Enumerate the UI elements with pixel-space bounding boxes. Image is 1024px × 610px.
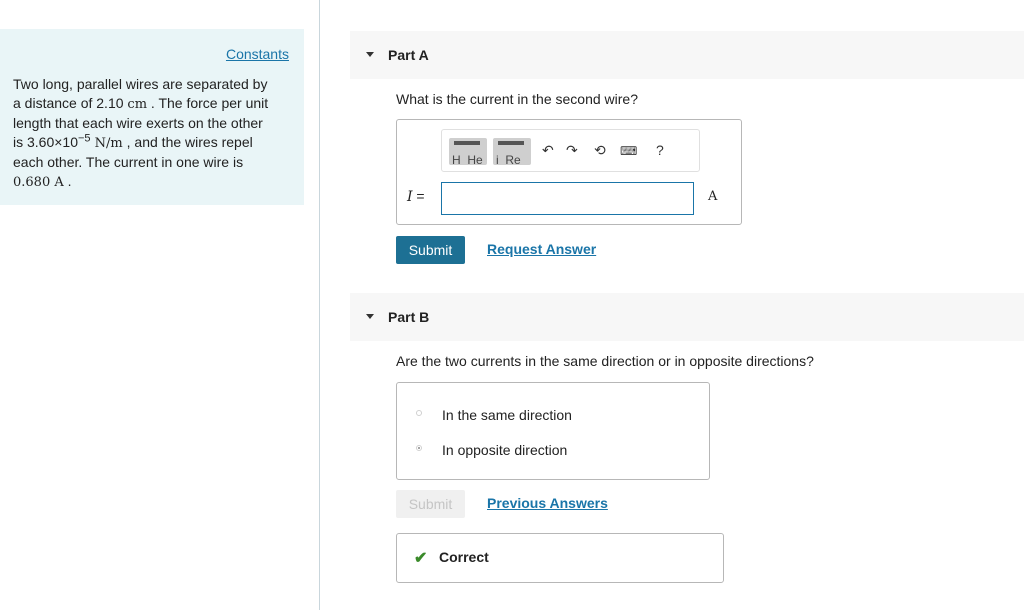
checkmark-icon: ✔ [414, 550, 428, 567]
problem-line: each other. The current in one wire is [13, 154, 244, 170]
collapse-arrow-icon[interactable] [366, 314, 374, 319]
part-a-header[interactable]: Part A [350, 31, 1024, 79]
unit-cm: cm [127, 96, 148, 112]
force-value: is 3.60×10 [13, 133, 78, 150]
previous-answers-link[interactable]: Previous Answers [487, 495, 608, 511]
part-b-submit-button: Submit [396, 490, 465, 518]
problem-line: length that each wire exerts on the othe… [13, 115, 263, 131]
part-b-title: Part B [388, 309, 430, 325]
redo-icon[interactable]: ↷ [566, 142, 578, 159]
radio-opposite-direction[interactable] [416, 445, 422, 451]
problem-line: . [63, 172, 72, 189]
problem-line: . The force per unit [147, 94, 269, 111]
reset-icon[interactable]: ⟲ [594, 142, 606, 159]
choices-box: In the same direction In opposite direct… [396, 382, 710, 480]
feedback-box: ✔ Correct [396, 533, 724, 583]
request-answer-link[interactable]: Request Answer [487, 241, 596, 257]
templates-label: H_He [452, 153, 483, 165]
answer-box: H_He i_Re ↶ ↷ ⟲ ⌨ ? I = A [396, 119, 742, 225]
variable-label: I [407, 189, 413, 205]
problem-line: a distance of 2.10 [13, 94, 128, 111]
radio-same-direction[interactable] [416, 410, 422, 416]
current-value: 0.680 A [13, 174, 64, 190]
constants-link[interactable]: Constants [226, 46, 289, 62]
part-a-submit-button[interactable]: Submit [396, 236, 465, 264]
help-icon[interactable]: ? [656, 142, 664, 158]
choice-label[interactable]: In opposite direction [442, 442, 567, 458]
problem-line: , and the wires repel [122, 133, 253, 150]
unit-n-per-m: N/m [90, 135, 123, 151]
math-toolbar: H_He i_Re ↶ ↷ ⟲ ⌨ ? [441, 129, 700, 172]
equation-label: I = [407, 188, 425, 205]
keyboard-icon[interactable]: ⌨ [620, 144, 637, 158]
problem-line: Two long, parallel wires are separated b… [13, 76, 268, 92]
symbols-label: i_Re [496, 153, 521, 165]
problem-panel: Constants Two long, parallel wires are s… [0, 29, 304, 205]
part-b-question: Are the two currents in the same directi… [396, 353, 814, 369]
panel-divider [319, 0, 320, 610]
part-b-header[interactable]: Part B [350, 293, 1024, 341]
symbols-button[interactable]: i_Re [493, 138, 531, 165]
unit-label: A [708, 189, 718, 204]
templates-icon [454, 141, 480, 145]
problem-statement: Two long, parallel wires are separated b… [13, 75, 293, 192]
part-a-question: What is the current in the second wire? [396, 91, 639, 107]
answer-input[interactable] [441, 182, 694, 215]
exponent: −5 [78, 131, 91, 144]
equals-sign: = [416, 188, 425, 204]
part-a-title: Part A [388, 47, 429, 63]
choice-label[interactable]: In the same direction [442, 407, 572, 423]
templates-button[interactable]: H_He [449, 138, 487, 165]
symbols-icon [498, 141, 524, 145]
feedback-label: Correct [439, 549, 489, 565]
collapse-arrow-icon[interactable] [366, 52, 374, 57]
undo-icon[interactable]: ↶ [542, 142, 554, 159]
